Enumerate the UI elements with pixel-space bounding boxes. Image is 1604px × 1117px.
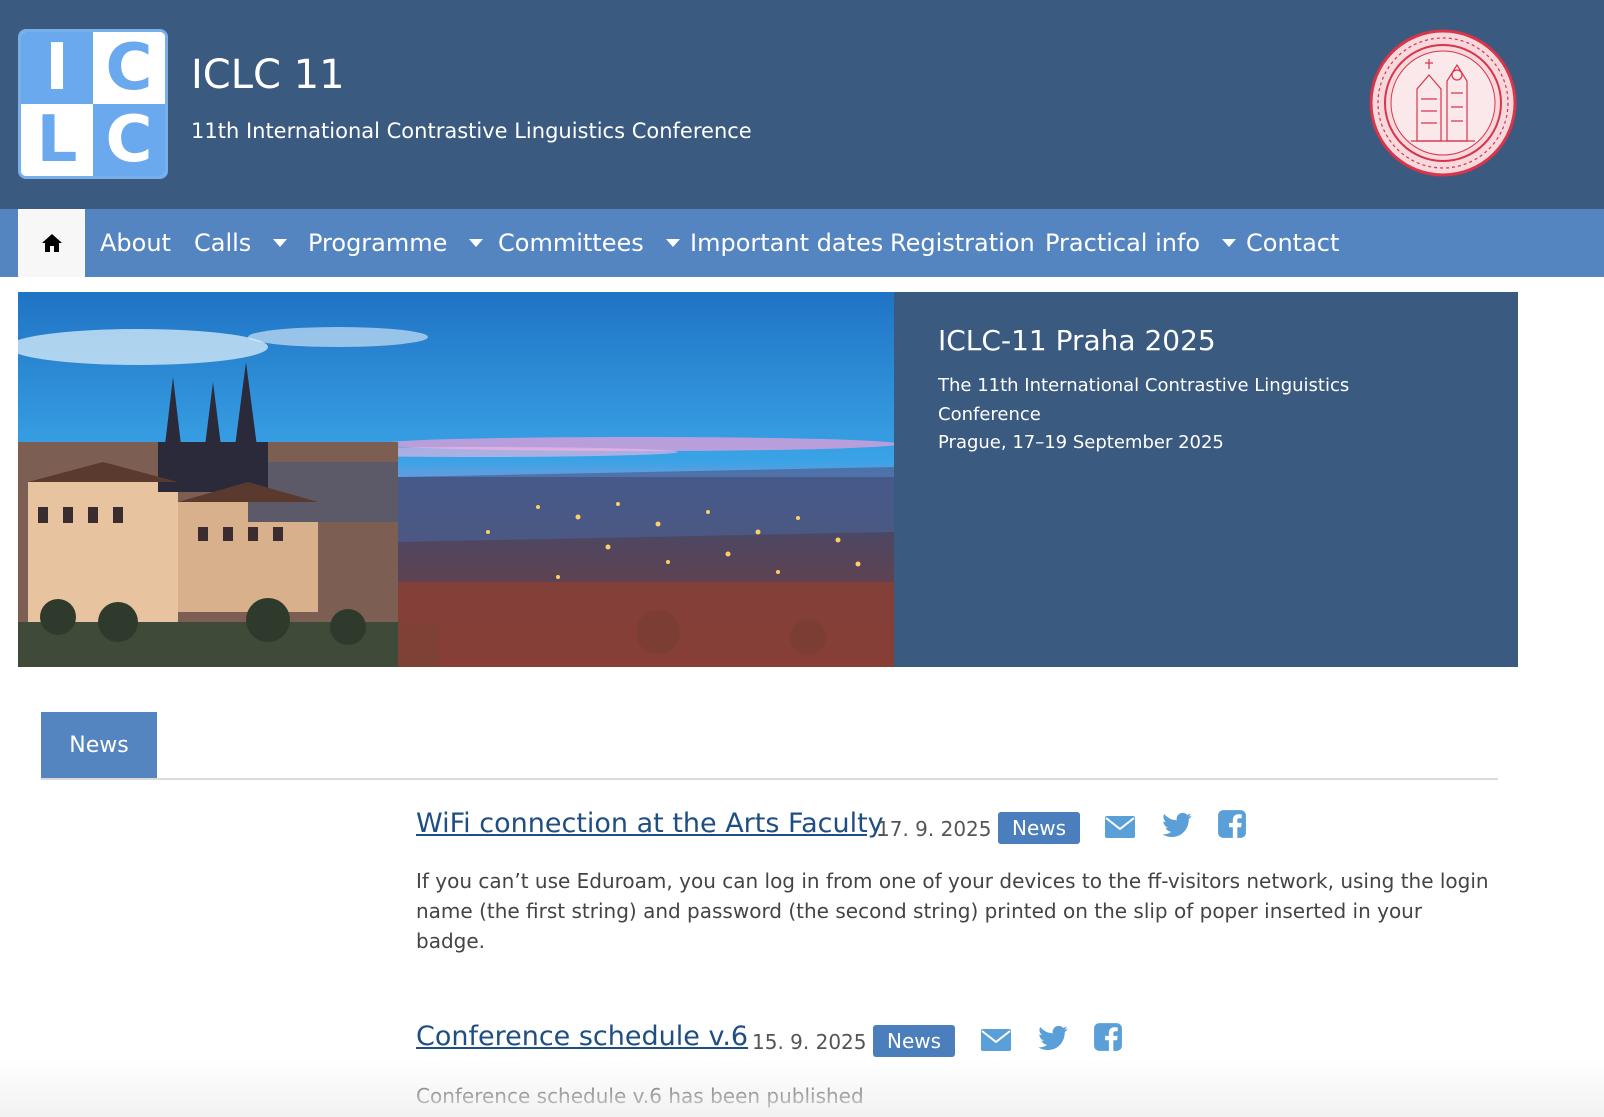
nav-item-label: Contact <box>1246 229 1340 257</box>
nav-item-about[interactable]: About <box>100 209 171 277</box>
facebook-icon[interactable] <box>1092 1022 1124 1052</box>
logo-letter: C <box>93 32 165 105</box>
nav-item-label: Registration <box>890 229 1035 257</box>
hero-line: The 11th International Contrastive Lingu… <box>938 375 1350 396</box>
nav-item-label: Calls <box>194 229 252 257</box>
divider <box>41 778 1498 780</box>
caret-down-icon <box>273 239 288 247</box>
category-badge[interactable]: News <box>873 1025 956 1057</box>
twitter-icon[interactable] <box>1162 811 1194 841</box>
email-icon[interactable] <box>1104 812 1136 842</box>
site-header: I C L C ICLC 11 11th International Contr… <box>0 0 1604 209</box>
logo-letter: L <box>21 103 93 176</box>
hero-title: ICLC-11 Praha 2025 <box>938 324 1216 357</box>
nav-item-contact[interactable]: Contact <box>1246 209 1339 277</box>
iclc-logo[interactable]: I C L C <box>18 29 168 179</box>
caret-down-icon <box>469 239 484 247</box>
article-title-link[interactable]: Conference schedule v.6 <box>416 1021 748 1052</box>
article-body: If you can’t use Eduroam, you can log in… <box>416 869 1489 953</box>
nav-item-practical-info[interactable]: Practical info <box>1045 209 1237 277</box>
nav-item-label: About <box>100 229 171 257</box>
hero-image <box>18 292 894 667</box>
main-nav: About Calls Programme Committees Importa… <box>0 209 1604 277</box>
logo-letter: I <box>21 32 93 105</box>
nav-item-label: Committees <box>498 229 644 257</box>
hero-line: Conference <box>938 404 1041 425</box>
caret-down-icon <box>665 239 680 247</box>
article-date: 15. 9. 2025 <box>752 1030 867 1054</box>
hero-panel: ICLC-11 Praha 2025 The 11th Internationa… <box>894 292 1518 667</box>
site-title[interactable]: ICLC 11 <box>191 52 345 98</box>
caret-down-icon <box>1222 239 1237 247</box>
logo-letter: C <box>93 103 165 176</box>
site-subtitle: 11th International Contrastive Linguisti… <box>191 119 752 143</box>
article-body: Conference schedule v.6 has been publish… <box>416 1084 864 1108</box>
twitter-icon[interactable] <box>1038 1024 1070 1054</box>
nav-item-calls[interactable]: Calls <box>194 209 288 277</box>
university-seal-icon[interactable] <box>1369 29 1517 177</box>
nav-home[interactable] <box>18 209 85 277</box>
home-icon <box>41 234 62 252</box>
hero-line: Prague, 17–19 September 2025 <box>938 432 1224 453</box>
nav-item-programme[interactable]: Programme <box>308 209 484 277</box>
nav-item-label: Important dates <box>690 229 884 257</box>
nav-item-important-dates[interactable]: Important dates <box>690 209 883 277</box>
nav-item-committees[interactable]: Committees <box>498 209 680 277</box>
nav-item-registration[interactable]: Registration <box>890 209 1035 277</box>
facebook-icon[interactable] <box>1216 809 1248 839</box>
nav-item-label: Programme <box>308 229 448 257</box>
article-title-link[interactable]: WiFi connection at the Arts Faculty <box>416 808 884 839</box>
article-date: 17. 9. 2025 <box>877 817 992 841</box>
nav-item-label: Practical info <box>1045 229 1201 257</box>
news-tab[interactable]: News <box>41 712 157 779</box>
email-icon[interactable] <box>980 1025 1012 1055</box>
category-badge[interactable]: News <box>998 812 1081 844</box>
